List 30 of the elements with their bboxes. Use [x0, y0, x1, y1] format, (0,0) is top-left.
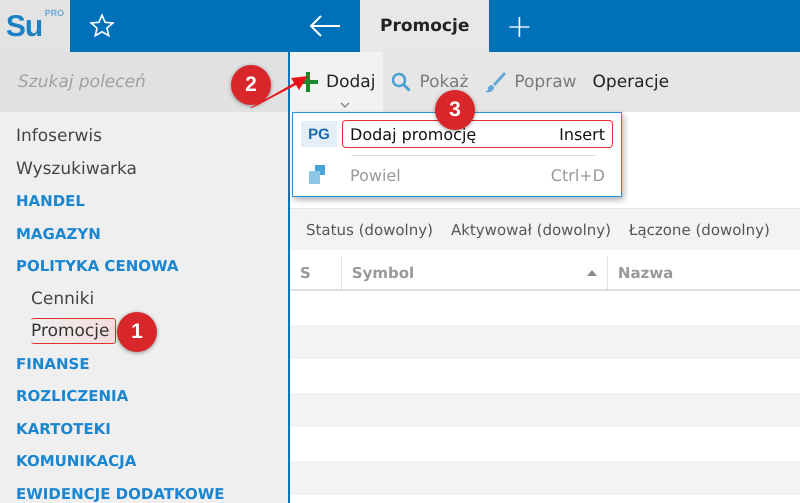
section-heading[interactable]: KARTOTEKI: [16, 420, 111, 438]
toolbar-button[interactable]: Operacje: [584, 52, 678, 112]
new-tab-button[interactable]: +: [489, 0, 550, 52]
column-header[interactable]: S: [290, 256, 341, 289]
filter-dropdown[interactable]: Aktywował (dowolny): [450, 220, 612, 238]
column-header[interactable]: Nazwa: [606, 256, 800, 289]
search-input[interactable]: Szukaj poleceń: [16, 71, 212, 93]
sort-up-icon: [586, 270, 597, 276]
nav-link[interactable]: Wyszukiwarka: [16, 158, 137, 179]
caret-icon: [340, 102, 350, 108]
section-heading[interactable]: EWIDENCJE DODATKOWE: [16, 484, 225, 503]
toolbar-button[interactable]: Dodaj: [290, 52, 384, 112]
section-heading[interactable]: ROZLICZENIA: [16, 387, 128, 406]
tab[interactable]: Promocje: [360, 0, 490, 52]
section-heading[interactable]: KOMUNIKACJA: [16, 452, 136, 470]
section-heading[interactable]: FINANSE: [16, 354, 90, 373]
filter-dropdown[interactable]: Status (dowolny): [306, 220, 433, 238]
brush-icon: [484, 71, 506, 93]
section-heading[interactable]: HANDEL: [16, 192, 85, 210]
search-icon: [391, 72, 412, 92]
section-heading[interactable]: POLITYKA CENOWA: [16, 257, 178, 276]
step-badge: 1: [117, 312, 157, 352]
menu-item[interactable]: Dodaj promocję Insert: [342, 120, 613, 148]
column-header[interactable]: Symbol: [340, 256, 607, 289]
section-heading[interactable]: MAGAZYN: [16, 224, 101, 243]
filter-dropdown[interactable]: Łączone (dowolny): [629, 220, 770, 238]
nav-link[interactable]: Infoserwis: [16, 126, 102, 146]
pg-icon: PG: [301, 121, 337, 147]
nav-subitem[interactable]: Promocje: [31, 318, 116, 344]
nav-subitem[interactable]: Cenniki: [31, 286, 100, 311]
